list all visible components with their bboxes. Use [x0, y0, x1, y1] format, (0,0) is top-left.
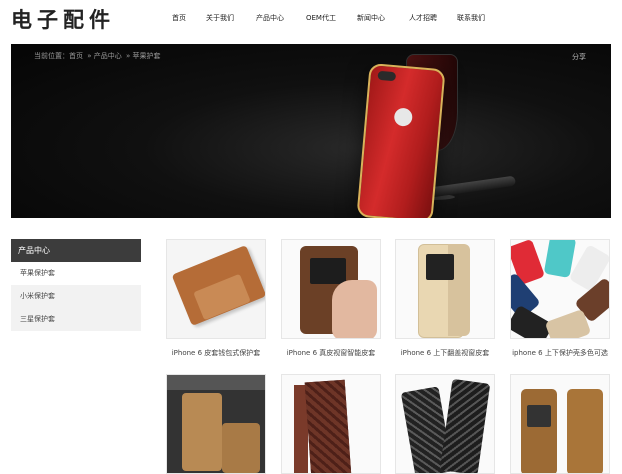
- tan-pouch-open-image: [222, 423, 260, 473]
- product-image[interactable]: [166, 374, 266, 474]
- product-card[interactable]: iPhone 6 皮套钱包式保护套: [166, 239, 266, 358]
- product-card[interactable]: iPhone 6 上下翻盖视窗皮套: [395, 239, 495, 358]
- sidebar-item-samsung[interactable]: 三星保护套: [11, 308, 141, 331]
- product-card[interactable]: iphone 6 上下保护壳多色可选: [510, 239, 610, 358]
- hand-image: [332, 280, 377, 338]
- product-caption[interactable]: iPhone 6 真皮视窗智能皮套: [281, 348, 381, 358]
- case-window: [527, 405, 551, 427]
- beige-case-image: [544, 308, 592, 338]
- sidebar-item-apple[interactable]: 苹果保护套: [11, 262, 141, 285]
- breadcrumb-current[interactable]: 苹果护套: [132, 52, 160, 60]
- product-card[interactable]: [510, 374, 610, 474]
- hero-banner: 当前位置：首页 » 产品中心 » 苹果护套 分享: [11, 44, 611, 218]
- breadcrumb: 当前位置：首页 » 产品中心 » 苹果护套: [34, 52, 161, 60]
- brown-flip-case-image: [521, 389, 557, 473]
- nav-contact[interactable]: 联系我们: [457, 13, 497, 23]
- case-window: [426, 254, 454, 280]
- share-link[interactable]: 分享: [572, 52, 586, 62]
- nav-home[interactable]: 首页: [172, 13, 206, 23]
- apple-logo-icon: [393, 107, 414, 127]
- nav-jobs[interactable]: 人才招聘: [409, 13, 457, 23]
- breadcrumb-products[interactable]: 产品中心: [94, 52, 122, 60]
- main-nav: 首页 关于我们 产品中心 OEM代工 新闻中心 人才招聘 联系我们: [163, 13, 497, 23]
- sidebar-title: 产品中心: [11, 239, 141, 262]
- sidebar-item-xiaomi[interactable]: 小米保护套: [11, 285, 141, 308]
- breadcrumb-home[interactable]: 当前位置：首页: [34, 52, 83, 60]
- background-wall: [167, 375, 265, 390]
- camera-icon: [377, 70, 397, 82]
- product-caption[interactable]: iPhone 6 皮套钱包式保护套: [166, 348, 266, 358]
- product-image[interactable]: [281, 374, 381, 474]
- case-window: [310, 258, 346, 284]
- product-card[interactable]: [395, 374, 495, 474]
- site-logo[interactable]: 电子配件: [11, 4, 115, 34]
- nav-products[interactable]: 产品中心: [256, 13, 306, 23]
- nav-news[interactable]: 新闻中心: [357, 13, 409, 23]
- product-caption[interactable]: iphone 6 上下保护壳多色可选: [510, 348, 610, 358]
- product-card[interactable]: [281, 374, 381, 474]
- category-sidebar: 产品中心 苹果保护套 小米保护套 三星保护套: [11, 239, 141, 331]
- brown-back-case-image: [567, 389, 603, 473]
- product-image[interactable]: [395, 374, 495, 474]
- product-image[interactable]: [166, 239, 266, 339]
- nav-about[interactable]: 关于我们: [206, 13, 256, 23]
- product-image[interactable]: [281, 239, 381, 339]
- product-caption[interactable]: iPhone 6 上下翻盖视窗皮套: [395, 348, 495, 358]
- product-image[interactable]: [395, 239, 495, 339]
- product-image[interactable]: [510, 239, 610, 339]
- product-card[interactable]: iPhone 6 真皮视窗智能皮套: [281, 239, 381, 358]
- red-phone-case-image: [356, 62, 446, 218]
- woven-case-image-2: [439, 378, 491, 473]
- tan-pouch-image: [182, 393, 222, 471]
- croc-leather-case-image: [304, 379, 352, 473]
- site-header: 电子配件 首页 关于我们 产品中心 OEM代工 新闻中心 人才招聘 联系我们: [0, 0, 622, 40]
- nav-oem[interactable]: OEM代工: [306, 13, 357, 23]
- product-card[interactable]: [166, 374, 266, 474]
- product-image[interactable]: [510, 374, 610, 474]
